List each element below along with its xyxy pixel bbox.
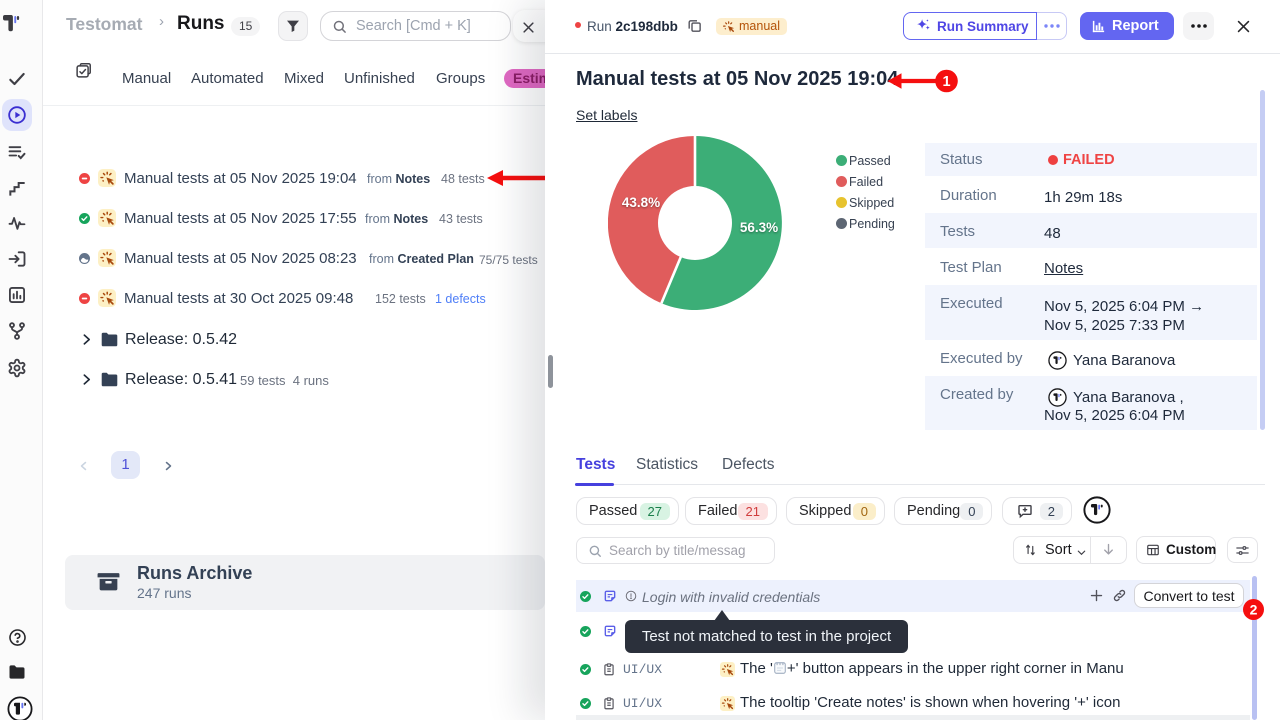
svg-text:1: 1 [942,74,950,90]
svg-text:43.8%: 43.8% [622,195,660,210]
svg-text:2: 2 [1250,602,1258,618]
svg-text:56.3%: 56.3% [740,220,778,235]
